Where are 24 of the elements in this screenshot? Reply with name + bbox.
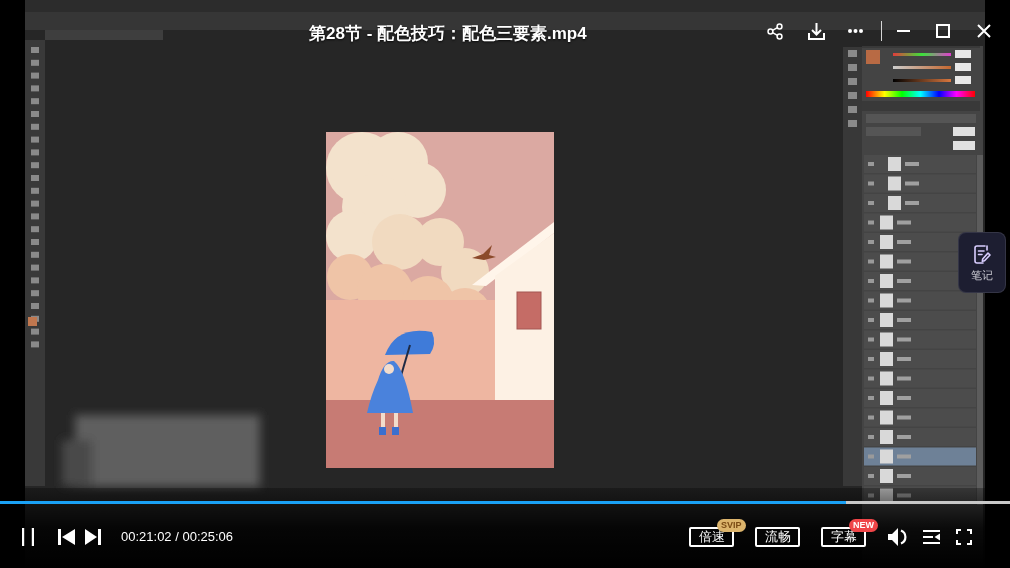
pause-icon (22, 528, 34, 546)
fullscreen-icon (956, 529, 972, 545)
note-edit-icon (973, 244, 991, 264)
more-icon (847, 29, 863, 33)
skip-previous-icon (58, 529, 75, 545)
pause-button[interactable] (22, 528, 34, 546)
maximize-icon (936, 24, 950, 38)
progress-track[interactable] (0, 501, 1010, 504)
previous-button[interactable] (58, 528, 75, 546)
close-icon (977, 24, 991, 38)
next-button[interactable] (85, 528, 101, 546)
skip-next-icon (85, 529, 101, 545)
minimize-icon (896, 30, 910, 32)
playlist-button[interactable] (923, 527, 940, 547)
playlist-icon (923, 530, 940, 544)
notes-button[interactable]: 笔记 (958, 232, 1006, 293)
speaker-icon (888, 528, 908, 546)
video-title: 第28节 - 配色技巧：配色三要素.mp4 (309, 23, 587, 45)
share-icon (767, 22, 783, 40)
playback-time: 00:21:02 / 00:25:06 (121, 529, 234, 545)
volume-button[interactable] (888, 527, 908, 547)
fullscreen-button[interactable] (956, 527, 972, 547)
quality-button[interactable]: 流畅 (755, 527, 800, 547)
download-icon (807, 22, 825, 40)
